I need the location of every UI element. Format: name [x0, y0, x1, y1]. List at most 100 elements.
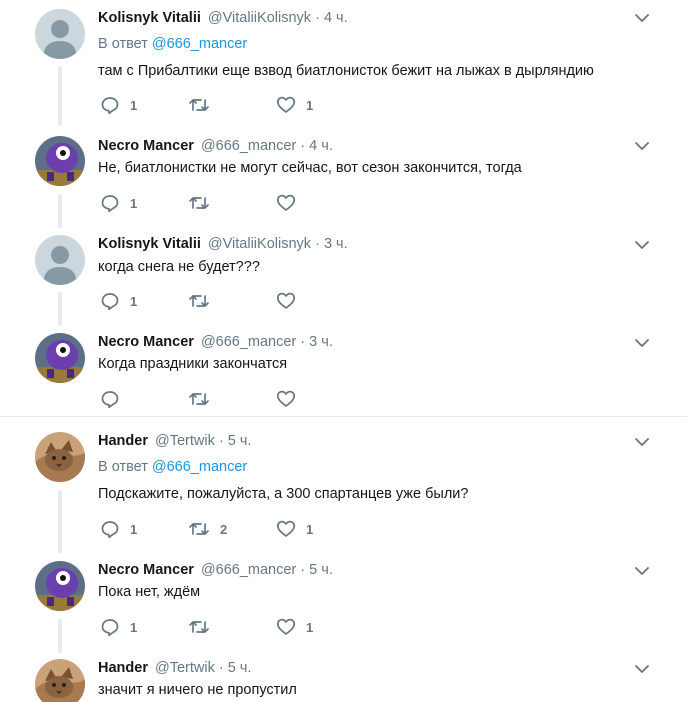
reply-icon	[101, 195, 119, 213]
reply-to-link[interactable]: @666_mancer	[152, 459, 247, 475]
avatar[interactable]	[35, 333, 85, 383]
thread-line	[58, 292, 62, 326]
retweet-button[interactable]	[188, 291, 220, 311]
chevron-down-icon[interactable]	[634, 661, 650, 677]
chevron-down-icon[interactable]	[634, 237, 650, 253]
retweet-count: 2	[220, 521, 228, 537]
retweet-icon	[189, 99, 209, 111]
avatar[interactable]	[35, 9, 85, 59]
chevron-down-icon[interactable]	[634, 563, 650, 579]
chevron-down-icon[interactable]	[634, 138, 650, 154]
tweet-text: Пока нет, ждём	[98, 584, 201, 600]
reply-button[interactable]	[100, 389, 130, 409]
tweet-text: значит я ничего не пропустил	[98, 682, 297, 698]
heart-icon	[276, 390, 296, 407]
reply-count: 1	[130, 195, 138, 211]
separator-dot: ·	[300, 562, 306, 578]
reply-button[interactable]: 1	[100, 519, 137, 539]
author-name[interactable]: Kolisnyk Vitalii	[98, 236, 201, 252]
tweet-header: Hander @Tertwik · 5 ч.	[98, 431, 251, 451]
author-name[interactable]: Kolisnyk Vitalii	[98, 10, 201, 26]
retweet-button[interactable]: 2	[188, 519, 227, 539]
timestamp[interactable]: 5 ч.	[309, 562, 333, 578]
reply-context: В ответ @666_mancer	[98, 459, 247, 475]
default-avatar-icon	[35, 235, 85, 285]
timestamp[interactable]: 4 ч.	[309, 138, 333, 154]
author-name[interactable]: Necro Mancer	[98, 138, 194, 154]
like-button[interactable]: 1	[276, 95, 313, 115]
like-button[interactable]	[276, 193, 306, 213]
retweet-button[interactable]	[188, 95, 220, 115]
avatar[interactable]	[35, 561, 85, 611]
author-handle[interactable]: @666_mancer	[201, 562, 296, 578]
retweet-button[interactable]	[188, 193, 220, 213]
chevron-down-icon[interactable]	[634, 335, 650, 351]
author-handle[interactable]: @666_mancer	[201, 334, 296, 350]
author-handle[interactable]: @Tertwik	[155, 660, 215, 676]
separator-dot: ·	[315, 236, 320, 252]
tweet-text: Когда праздники закончатся	[98, 356, 288, 372]
reply-icon	[101, 521, 119, 539]
timestamp[interactable]: 4 ч.	[324, 10, 348, 26]
author-handle[interactable]: @VitaliiKolisnyk	[208, 236, 311, 252]
retweet-button[interactable]	[188, 617, 220, 637]
thread-line	[58, 66, 62, 126]
reply-prefix: В ответ	[98, 36, 148, 52]
author-handle[interactable]: @VitaliiKolisnyk	[208, 10, 311, 26]
avatar[interactable]	[35, 136, 85, 186]
timestamp[interactable]: 5 ч.	[228, 660, 252, 676]
separator-dot: ·	[218, 433, 224, 449]
author-handle[interactable]: @666_mancer	[201, 138, 296, 154]
avatar[interactable]	[35, 235, 85, 285]
author-handle[interactable]: @Tertwik	[155, 433, 215, 449]
tweet-header: Necro Mancer @666_mancer · 3 ч.	[98, 332, 333, 352]
heart-icon	[276, 96, 296, 113]
reply-button[interactable]: 1	[100, 617, 137, 637]
tweet-text: там с Прибалтики еще взвод биатлонисток …	[98, 63, 594, 79]
author-name[interactable]: Necro Mancer	[98, 562, 194, 578]
tweet-text: Подскажите, пожалуйста, а 300 спартанцев…	[98, 486, 469, 502]
author-name[interactable]: Hander	[98, 433, 148, 449]
chevron-down-icon[interactable]	[634, 10, 650, 26]
thread-line	[58, 619, 62, 653]
chevron-down-icon[interactable]	[634, 434, 650, 450]
retweet-icon	[189, 523, 209, 535]
reply-button[interactable]: 1	[100, 193, 137, 213]
timestamp[interactable]: 5 ч.	[228, 433, 252, 449]
timestamp[interactable]: 3 ч.	[324, 236, 348, 252]
like-button[interactable]: 1	[276, 617, 313, 637]
reply-button[interactable]: 1	[100, 291, 137, 311]
heart-icon	[276, 618, 296, 635]
avatar[interactable]	[35, 659, 85, 702]
like-button[interactable]	[276, 389, 306, 409]
timestamp[interactable]: 3 ч.	[309, 334, 333, 350]
separator-dot: ·	[218, 660, 224, 676]
retweet-button[interactable]	[188, 389, 220, 409]
thread-line	[58, 490, 62, 554]
separator-dot: ·	[300, 334, 306, 350]
reply-icon	[101, 619, 119, 637]
tweet-text: Не, биатлонистки не могут сейчас, вот се…	[98, 160, 522, 176]
monster-avatar-icon	[35, 561, 85, 611]
like-button[interactable]	[276, 291, 306, 311]
reply-to-link[interactable]: @666_mancer	[152, 36, 247, 52]
cat-avatar-icon	[35, 432, 85, 482]
separator-dot: ·	[300, 138, 306, 154]
like-count: 1	[306, 521, 314, 537]
reply-count: 1	[130, 521, 138, 537]
reply-count: 1	[130, 97, 138, 113]
like-button[interactable]: 1	[276, 519, 313, 539]
tweet-header: Kolisnyk Vitalii @VitaliiKolisnyk · 3 ч.	[98, 234, 348, 254]
author-name[interactable]: Hander	[98, 660, 148, 676]
retweet-icon	[189, 295, 209, 307]
separator-dot: ·	[315, 10, 320, 26]
author-name[interactable]: Necro Mancer	[98, 334, 194, 350]
tweet-header: Necro Mancer @666_mancer · 5 ч.	[98, 560, 333, 580]
heart-icon	[276, 194, 296, 211]
retweet-icon	[189, 197, 209, 209]
monster-avatar-icon	[35, 136, 85, 186]
avatar[interactable]	[35, 432, 85, 482]
reply-button[interactable]: 1	[100, 95, 137, 115]
reply-prefix: В ответ	[98, 459, 148, 475]
tweet-header: Necro Mancer @666_mancer · 4 ч.	[98, 136, 333, 156]
